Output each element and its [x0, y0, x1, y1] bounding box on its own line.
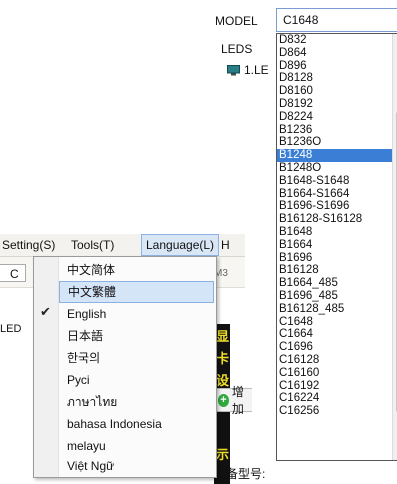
menu-setting[interactable]: Setting(S)	[2, 238, 55, 252]
leds-label: LEDS	[221, 42, 253, 56]
menu-help-partial[interactable]: H	[221, 238, 230, 252]
model-option[interactable]: D832	[277, 34, 393, 47]
menubar: Setting(S) Tools(T) Language(L) H	[0, 234, 245, 257]
monitor-icon	[227, 64, 240, 75]
model-select-value: C1648	[283, 13, 319, 27]
model-option[interactable]: D8224	[277, 111, 393, 124]
model-option[interactable]: B1648-S1648	[277, 175, 393, 188]
tree-node-label: 1.LE	[244, 63, 269, 77]
chevron-down-icon[interactable]: ∨	[393, 442, 397, 458]
preview-char: 卡	[216, 351, 230, 366]
model-select[interactable]: C1648 ∨	[276, 8, 397, 32]
model-option[interactable]: B16128_485	[277, 303, 393, 316]
check-icon: ✔	[40, 304, 51, 319]
model-option[interactable]: B1664-S1664	[277, 188, 393, 201]
language-item-indonesian[interactable]: bahasa Indonesia	[59, 413, 214, 435]
device-model-label: 设备型号:	[214, 467, 266, 481]
model-option[interactable]: D896	[277, 60, 393, 73]
model-option[interactable]: C16192	[277, 380, 393, 393]
language-item-japanese[interactable]: 日本語	[59, 325, 214, 347]
model-option[interactable]: D8192	[277, 98, 393, 111]
scrollbar[interactable]: ∧ ∨	[392, 34, 397, 460]
add-button[interactable]: + 增加	[214, 385, 252, 416]
model-option[interactable]: B1248	[277, 149, 393, 162]
model-option[interactable]: B16128	[277, 264, 393, 277]
language-item-vietnamese[interactable]: Việt Ngữ	[59, 455, 214, 477]
language-item-zh-hant[interactable]: 中文繁體	[59, 281, 214, 303]
model-option[interactable]: B1248O	[277, 162, 393, 175]
model-option[interactable]: B1696-S1696	[277, 200, 393, 213]
model-label: MODEL	[215, 14, 258, 28]
model-option[interactable]: B1648	[277, 226, 393, 239]
language-item-english[interactable]: English	[59, 303, 214, 325]
model-option[interactable]: D8160	[277, 85, 393, 98]
model-option[interactable]: B1236O	[277, 136, 393, 149]
preview-char: 示	[216, 447, 230, 462]
model-option[interactable]: C16224	[277, 392, 393, 405]
toolbar-input[interactable]: C	[0, 264, 26, 282]
model-option[interactable]: C1664	[277, 328, 393, 341]
language-item-zh-hans[interactable]: 中文简体	[59, 259, 214, 281]
preview-char: 设	[216, 373, 230, 388]
language-item-malay[interactable]: melayu	[59, 435, 214, 457]
chevron-up-icon[interactable]: ∧	[393, 36, 397, 52]
plus-icon: +	[218, 393, 229, 407]
model-option[interactable]: C16256	[277, 405, 393, 418]
model-option[interactable]: B1664_485	[277, 277, 393, 290]
model-option[interactable]: B1696	[277, 252, 393, 265]
model-option[interactable]: B16128-S16128	[277, 213, 393, 226]
model-options: D832 D864 D896 D8128 D8160 D8192 D8224 B1236 B12…	[277, 34, 393, 418]
language-menu: ✔ 中文简体 中文繁體 English 日本語 한국의 Русi ภาษาไทย…	[33, 256, 217, 478]
model-option[interactable]: C16128	[277, 354, 393, 367]
model-option[interactable]: D8128	[277, 72, 393, 85]
language-item-thai[interactable]: ภาษาไทย	[59, 391, 214, 413]
language-item-russian[interactable]: Русi	[59, 369, 214, 391]
model-option[interactable]: C16160	[277, 367, 393, 380]
menu-gutter	[34, 257, 59, 477]
menu-language[interactable]: Language(L)	[141, 234, 220, 256]
model-option[interactable]: D864	[277, 47, 393, 60]
add-button-label: 增加	[231, 385, 244, 416]
tree-node-screen[interactable]: 1.LE	[227, 63, 269, 77]
led-label: LED	[0, 323, 22, 335]
app-window: Setting(S) Tools(T) Language(L) H C M3 L…	[0, 224, 265, 484]
model-option[interactable]: C1648	[277, 316, 393, 329]
menu-tools[interactable]: Tools(T)	[71, 238, 114, 252]
model-option[interactable]: B1696_485	[277, 290, 393, 303]
model-option[interactable]: B1664	[277, 239, 393, 252]
model-dropdown-list[interactable]: D832 D864 D896 D8128 D8160 D8192 D8224 B1236 B12…	[276, 33, 397, 461]
model-option[interactable]: B1236	[277, 124, 393, 137]
model-option[interactable]: C1696	[277, 341, 393, 354]
preview-char: 显	[216, 329, 230, 344]
language-item-korean[interactable]: 한국의	[59, 347, 214, 369]
